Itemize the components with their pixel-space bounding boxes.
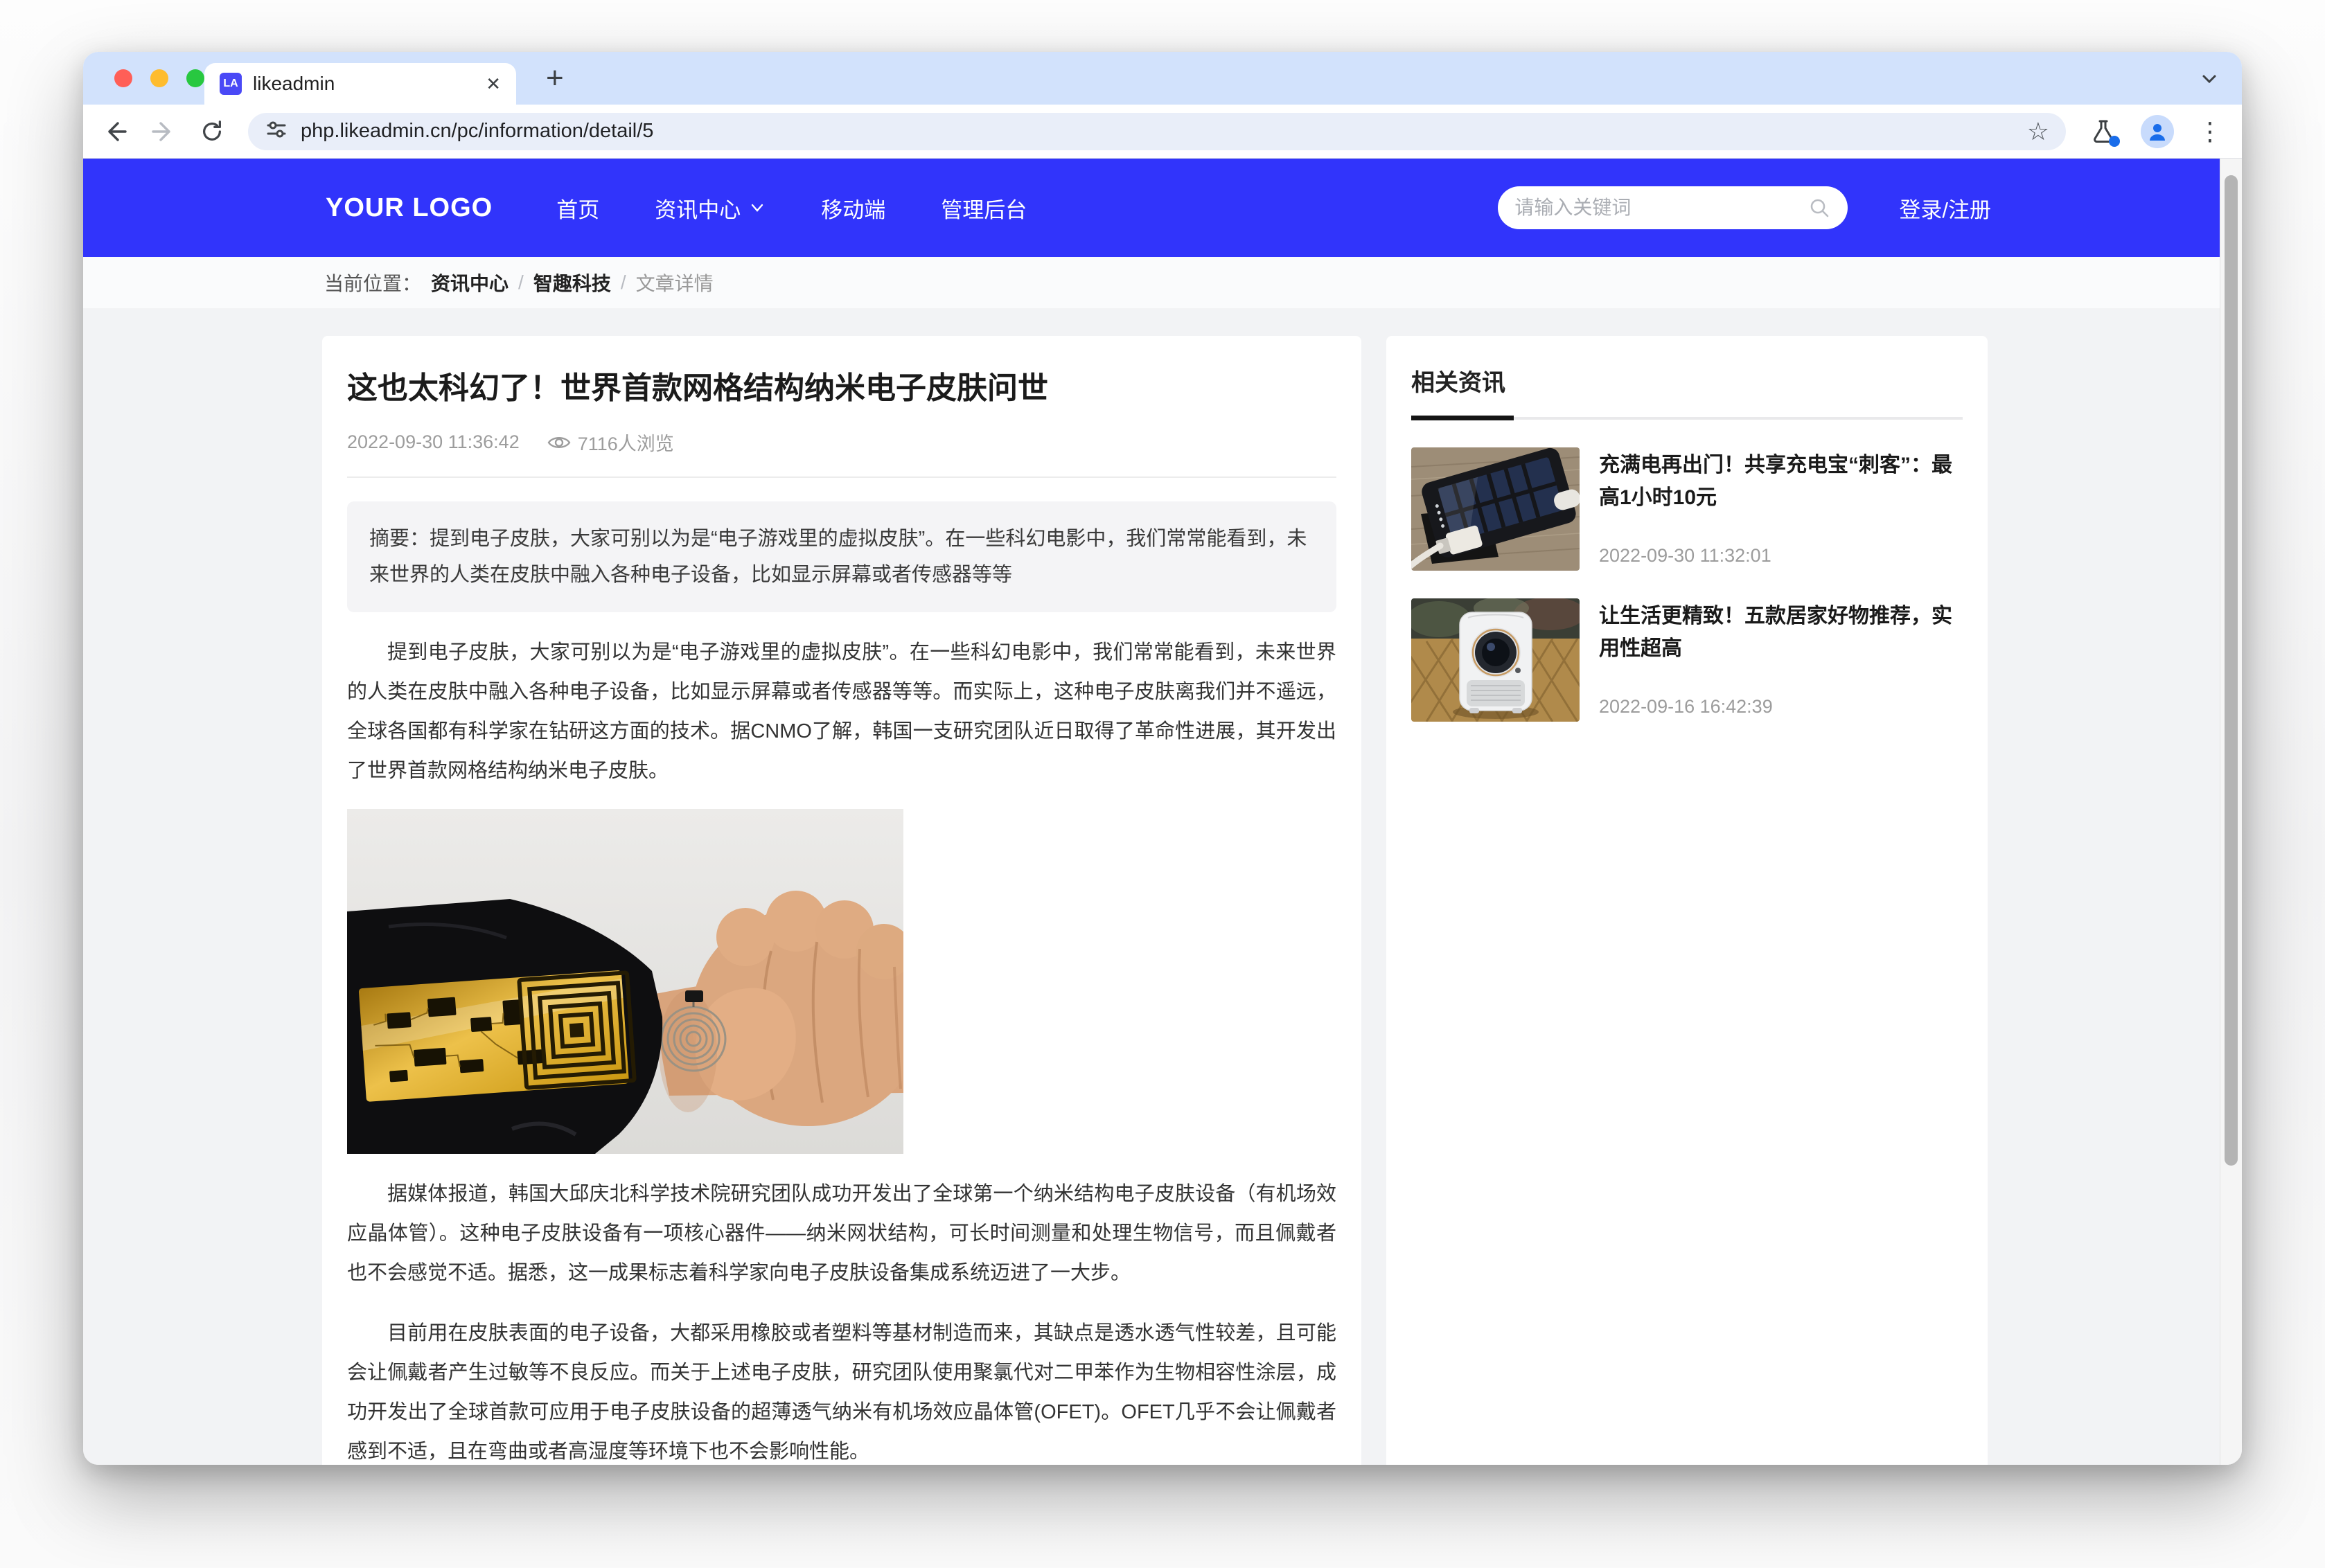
maximize-window-button[interactable] xyxy=(186,69,204,87)
divider xyxy=(347,476,1336,478)
page: YOUR LOGO 首页 资讯中心 移动端 管理后台 xyxy=(83,159,2220,1465)
page-scrollbar[interactable] xyxy=(2220,159,2242,1465)
profile-avatar[interactable] xyxy=(2141,115,2174,148)
breadcrumb-label: 当前位置： xyxy=(324,269,421,296)
reload-icon[interactable] xyxy=(200,119,224,144)
forward-icon[interactable] xyxy=(151,119,176,144)
nav-item-label: 管理后台 xyxy=(941,193,1027,224)
article-image-electronic-skin xyxy=(347,809,903,1154)
url-text[interactable]: php.likeadmin.cn/pc/information/detail/5 xyxy=(301,120,2015,143)
browser-menu-icon[interactable]: ⋮ xyxy=(2198,119,2222,144)
eye-icon xyxy=(547,434,571,452)
content-area: 这也太科幻了！世界首款网格结构纳米电子皮肤问世 2022-09-30 11:36… xyxy=(83,308,2220,1465)
nav-item-news-center[interactable]: 资讯中心 xyxy=(655,193,766,224)
related-item-date: 2022-09-30 11:32:01 xyxy=(1599,545,1963,567)
breadcrumb-separator: / xyxy=(621,271,626,294)
article-paragraph: 据媒体报道，韩国大邱庆北科学技术院研究团队成功开发出了全球第一个纳米结构电子皮肤… xyxy=(347,1175,1336,1293)
related-news-title: 相关资讯 xyxy=(1411,364,1963,398)
article-card: 这也太科幻了！世界首款网格结构纳米电子皮肤问世 2022-09-30 11:36… xyxy=(322,336,1361,1465)
article-paragraph: 目前用在皮肤表面的电子设备，大都采用橡胶或者塑料等基材制造而来，其缺点是透水透气… xyxy=(347,1314,1336,1465)
related-news-item[interactable]: 充满电再出门！共享充电宝“刺客”：最高1小时10元 2022-09-30 11:… xyxy=(1411,447,1963,571)
article-paragraph: 提到电子皮肤，大家可别以为是“电子游戏里的虚拟皮肤”。在一些科幻电影中，我们常常… xyxy=(347,633,1336,791)
article-summary: 摘要：提到电子皮肤，大家可别以为是“电子游戏里的虚拟皮肤”。在一些科幻电影中，我… xyxy=(347,501,1336,612)
close-window-button[interactable] xyxy=(114,69,132,87)
article-meta: 2022-09-30 11:36:42 7116人浏览 xyxy=(347,429,1336,456)
nav-item-admin[interactable]: 管理后台 xyxy=(941,193,1027,224)
breadcrumb-separator: / xyxy=(518,271,524,294)
flask-notification-dot xyxy=(2109,136,2120,147)
article-title: 这也太科幻了！世界首款网格结构纳米电子皮肤问世 xyxy=(347,368,1336,409)
scrollbar-thumb[interactable] xyxy=(2225,175,2238,1166)
minimize-window-button[interactable] xyxy=(150,69,168,87)
breadcrumb: 当前位置： 资讯中心 / 智趣科技 / 文章详情 xyxy=(83,257,2220,308)
tab-search-chevron-icon[interactable] xyxy=(2198,67,2221,94)
new-tab-button[interactable]: + xyxy=(546,59,564,98)
site-settings-icon[interactable] xyxy=(265,118,288,145)
site-navbar: YOUR LOGO 首页 资讯中心 移动端 管理后台 xyxy=(83,159,2220,257)
breadcrumb-item-category[interactable]: 智趣科技 xyxy=(533,269,611,296)
url-bar[interactable]: php.likeadmin.cn/pc/information/detail/5… xyxy=(248,113,2066,150)
breadcrumb-item-current: 文章详情 xyxy=(636,269,714,296)
section-rule xyxy=(1411,417,1963,420)
bookmark-star-icon[interactable]: ☆ xyxy=(2027,119,2049,144)
browser-window: LA likeadmin ✕ + php.likeadmin.cn/pc/inf… xyxy=(83,52,2242,1465)
related-thumb-projector[interactable] xyxy=(1411,598,1580,722)
nav-item-label: 移动端 xyxy=(821,193,885,224)
article-date: 2022-09-30 11:36:42 xyxy=(347,431,520,453)
related-news-card: 相关资讯 xyxy=(1386,336,1988,1465)
nav-item-label: 首页 xyxy=(556,193,599,224)
search-icon[interactable] xyxy=(1807,196,1831,220)
search-input[interactable] xyxy=(1514,197,1807,219)
related-item-text: 让生活更精致！五款居家好物推荐，实用性超高 2022-09-16 16:42:3… xyxy=(1599,598,1963,722)
site-logo[interactable]: YOUR LOGO xyxy=(326,193,493,223)
nav-item-home[interactable]: 首页 xyxy=(556,193,599,224)
back-icon[interactable] xyxy=(103,119,127,144)
related-thumb-powerbank[interactable] xyxy=(1411,447,1580,571)
views-count: 7116人浏览 xyxy=(578,429,674,456)
related-item-title[interactable]: 充满电再出门！共享充电宝“刺客”：最高1小时10元 xyxy=(1599,449,1963,514)
page-viewport: YOUR LOGO 首页 资讯中心 移动端 管理后台 xyxy=(83,159,2242,1465)
site-search[interactable] xyxy=(1498,186,1848,229)
related-item-date: 2022-09-16 16:42:39 xyxy=(1599,696,1963,718)
related-item-title[interactable]: 让生活更精致！五款居家好物推荐，实用性超高 xyxy=(1599,600,1963,665)
related-news-item[interactable]: 让生活更精致！五款居家好物推荐，实用性超高 2022-09-16 16:42:3… xyxy=(1411,598,1963,722)
breadcrumb-item-news-center[interactable]: 资讯中心 xyxy=(431,269,509,296)
related-item-text: 充满电再出门！共享充电宝“刺客”：最高1小时10元 2022-09-30 11:… xyxy=(1599,447,1963,571)
tab-close-icon[interactable]: ✕ xyxy=(486,73,501,95)
browser-tab[interactable]: LA likeadmin ✕ xyxy=(204,63,516,105)
site-menu: 首页 资讯中心 移动端 管理后台 xyxy=(556,193,1027,224)
nav-item-mobile[interactable]: 移动端 xyxy=(821,193,885,224)
traffic-lights xyxy=(114,69,204,87)
article-views: 7116人浏览 xyxy=(547,429,674,456)
experiments-flask-icon[interactable] xyxy=(2089,118,2117,145)
favicon: LA xyxy=(220,73,242,95)
tab-title: likeadmin xyxy=(253,73,475,95)
chevron-down-icon xyxy=(749,199,766,216)
login-register-link[interactable]: 登录/注册 xyxy=(1899,193,1991,224)
nav-item-label: 资讯中心 xyxy=(655,193,741,224)
tab-strip: LA likeadmin ✕ + xyxy=(83,52,2242,105)
browser-toolbar: php.likeadmin.cn/pc/information/detail/5… xyxy=(83,105,2242,159)
